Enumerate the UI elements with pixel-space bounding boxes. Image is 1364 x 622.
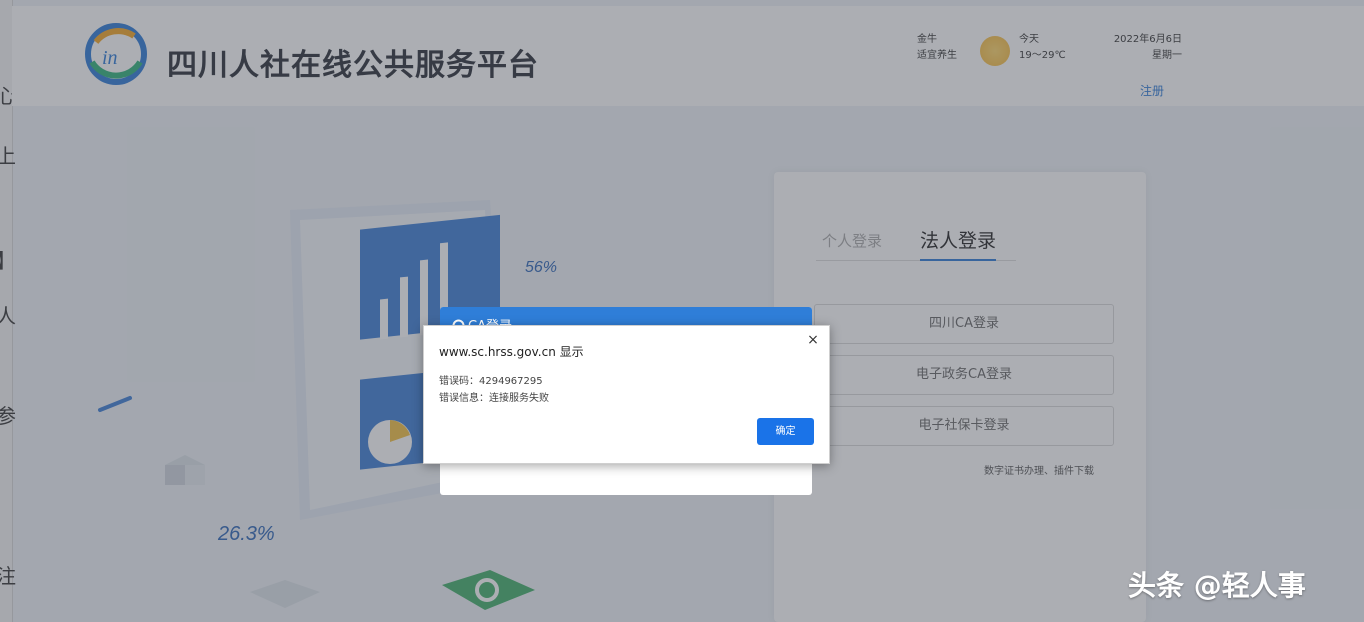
ok-button[interactable]: 确定 xyxy=(757,418,814,445)
browser-alert-dialog: www.sc.hrss.gov.cn 显示 × 错误码：4294967295 错… xyxy=(423,325,830,464)
browser-page: 心 上 】 人 参 注 in 四川人社在线公共服务平台 金牛 适宜养生 今天 1… xyxy=(0,0,1364,622)
alert-title: www.sc.hrss.gov.cn 显示 xyxy=(439,345,584,359)
error-message-text: 错误信息：连接服务失败 xyxy=(439,393,549,404)
error-code-text: 错误码：4294967295 xyxy=(439,376,543,387)
watermark-text: 头条 @轻人事 xyxy=(1128,569,1306,602)
close-icon[interactable]: × xyxy=(805,332,821,348)
